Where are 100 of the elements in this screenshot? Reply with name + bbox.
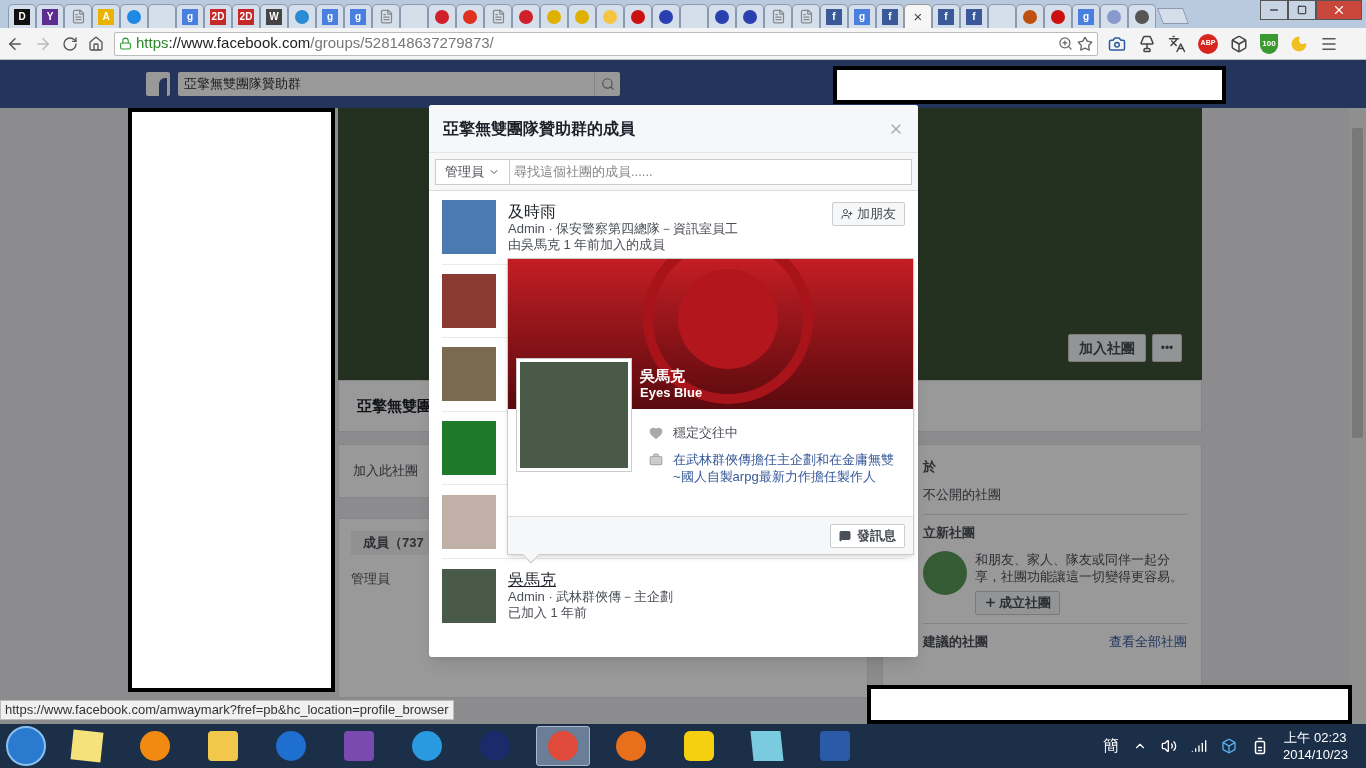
- browser-tab[interactable]: f: [960, 4, 988, 28]
- lock-icon: [119, 37, 132, 50]
- signal-icon[interactable]: [1190, 738, 1207, 754]
- browser-tab[interactable]: ×: [904, 4, 932, 28]
- heart-icon: [649, 425, 663, 440]
- address-bar[interactable]: https://www.facebook.com/groups/528148637279873/: [114, 31, 1098, 56]
- avatar-photo: [442, 494, 496, 549]
- browser-tab[interactable]: Y: [36, 4, 64, 28]
- browser-tab[interactable]: 2D: [232, 4, 260, 28]
- relationship-text: 穩定交往中: [673, 424, 738, 442]
- more-button[interactable]: •••: [1152, 334, 1182, 362]
- filter-dropdown[interactable]: 管理員: [435, 158, 510, 185]
- create-description: 和朋友、家人、隊友或同伴一起分享，社團功能讓這一切變得更容易。: [975, 550, 1184, 585]
- browser-tab[interactable]: W: [260, 4, 288, 28]
- browser-tab[interactable]: g: [1072, 4, 1100, 28]
- browser-tab[interactable]: [1044, 4, 1072, 28]
- page-icon: [798, 9, 814, 24]
- plus-icon: [984, 596, 997, 609]
- page-icon: [378, 9, 394, 24]
- restore-button[interactable]: [1288, 0, 1316, 20]
- member-joined: 已加入 1 年前: [508, 605, 589, 622]
- browser-tab[interactable]: [708, 4, 736, 28]
- browser-tab[interactable]: [1128, 4, 1156, 28]
- browser-tab[interactable]: [120, 4, 148, 28]
- message-button[interactable]: 發訊息: [830, 523, 905, 548]
- close-icon: [1332, 3, 1346, 17]
- create-group-button[interactable]: 成立社團: [975, 590, 1060, 615]
- browser-tab[interactable]: f: [820, 4, 848, 28]
- browser-tab[interactable]: g: [176, 4, 204, 28]
- shield-icon[interactable]: 100: [1260, 33, 1278, 54]
- browser-tab[interactable]: g: [848, 4, 876, 28]
- browser-tab[interactable]: [624, 4, 652, 28]
- search-field[interactable]: 亞擎無雙團隊贊助群: [178, 72, 620, 96]
- join-group-button[interactable]: 加入社團: [1068, 334, 1146, 362]
- site-logo-icon: g: [350, 8, 366, 25]
- browser-tab[interactable]: [428, 4, 456, 28]
- lamp-icon[interactable]: [1138, 34, 1156, 53]
- browser-tab[interactable]: [652, 4, 680, 28]
- browser-tab[interactable]: f: [876, 4, 904, 28]
- reload-icon[interactable]: [62, 35, 78, 52]
- member-detail: Admin · 保安警察第四總隊－資訊室員工: [508, 220, 739, 237]
- site-logo-icon: g: [182, 8, 198, 25]
- section-title: 建議的社團: [923, 632, 988, 651]
- site-logo-icon: W: [266, 8, 282, 25]
- add-person-icon: [841, 207, 853, 220]
- add-friend-button[interactable]: 加朋友: [832, 201, 905, 226]
- work-link[interactable]: 在武林群俠傳擔任主企劃和在金庸無雙~國人自製arpg最新力作擔任製作人: [673, 450, 901, 485]
- site-logo-icon: 2D: [238, 8, 254, 25]
- site-logo-icon[interactable]: [146, 72, 170, 96]
- avatar-photo: [442, 568, 496, 623]
- site-logo-icon: f: [966, 8, 982, 25]
- profile-alt-name: Eyes Blue: [640, 385, 703, 401]
- site-logo-icon: g: [854, 8, 870, 25]
- browser-tab[interactable]: [512, 4, 540, 28]
- avatar-photo: [442, 200, 496, 255]
- close-button[interactable]: [1316, 0, 1362, 20]
- profile-name[interactable]: 吳馬克: [640, 367, 703, 385]
- browser-tab[interactable]: [288, 4, 316, 28]
- browser-tab[interactable]: [736, 4, 764, 28]
- speech-bubble-icon: [839, 529, 851, 542]
- browser-tab[interactable]: [456, 4, 484, 28]
- member-name[interactable]: 及時雨: [508, 201, 739, 221]
- page-icon: [70, 9, 86, 24]
- site-logo-icon: g: [1078, 8, 1094, 25]
- site-logo-icon: A: [98, 8, 114, 25]
- browser-tab[interactable]: D: [8, 4, 36, 28]
- browser-tab[interactable]: [1016, 4, 1044, 28]
- site-logo-icon: g: [322, 8, 338, 25]
- site-logo-icon: 2D: [210, 8, 226, 25]
- section-label: 管理員: [351, 570, 390, 588]
- browser-tab[interactable]: f: [932, 4, 960, 28]
- site-logo-icon: f: [938, 8, 954, 25]
- join-hint: 加入此社團: [353, 462, 418, 481]
- minimize-button[interactable]: [1260, 0, 1288, 20]
- start-button[interactable]: [6, 726, 46, 766]
- member-detail: Admin · 武林群俠傳－主企劃: [508, 589, 674, 606]
- restore-icon: [1297, 5, 1307, 15]
- volume-icon[interactable]: [1160, 738, 1177, 754]
- clock[interactable]: 上午 02:23 2014/10/23: [1282, 729, 1360, 763]
- section-title: 於: [923, 458, 937, 476]
- zoom-icon[interactable]: [1058, 36, 1073, 51]
- section-title: 立新社團: [923, 524, 976, 542]
- browser-tab[interactable]: 2D: [204, 4, 232, 28]
- browser-tab[interactable]: g: [344, 4, 372, 28]
- site-logo-icon: D: [14, 8, 30, 25]
- ime-indicator[interactable]: 簡: [1102, 734, 1119, 758]
- bookmark-star-icon[interactable]: [1077, 35, 1093, 52]
- site-logo-icon: f: [826, 8, 842, 25]
- site-logo-icon: Y: [42, 8, 58, 25]
- avatar-photo: [442, 421, 496, 476]
- avatar-photo: [442, 347, 496, 402]
- browser-tab[interactable]: g: [316, 4, 344, 28]
- see-all-link[interactable]: 查看全部社團: [1109, 631, 1187, 651]
- camera-icon[interactable]: [1108, 34, 1126, 53]
- page-icon: [490, 9, 506, 24]
- home-icon[interactable]: [88, 35, 104, 52]
- member-search-field[interactable]: 尋找這個社團的成員......: [510, 158, 912, 185]
- search-icon[interactable]: [600, 77, 615, 91]
- member-name[interactable]: 吳馬克: [508, 570, 674, 590]
- translate-icon[interactable]: [1168, 34, 1186, 53]
